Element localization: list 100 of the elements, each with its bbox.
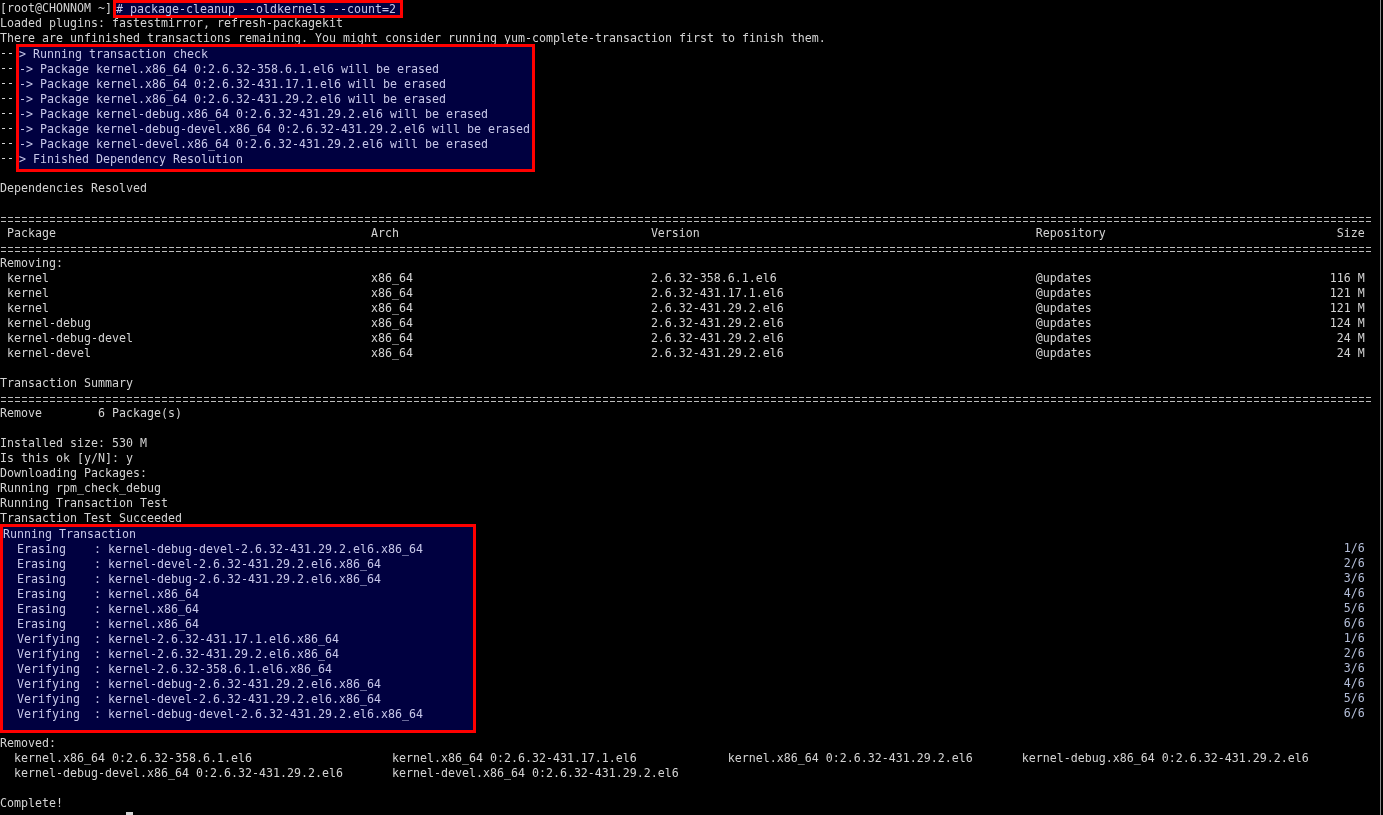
- table-cell-text: 2.6.32-431.29.2.el6: [650, 331, 785, 346]
- table-cell-text: @updates: [1035, 316, 1093, 331]
- table-cell-text: x86_64: [370, 301, 414, 316]
- output-line: -> Package kernel.x86_64 0:2.6.32-431.17.1.el6 will be erased: [19, 77, 447, 92]
- table-cell-text: 121 M: [1328, 301, 1365, 316]
- output-line: -> Package kernel.x86_64 0:2.6.32-431.29.2.el6 will be erased: [19, 92, 447, 107]
- output-line: -> Package kernel-debug-devel.x86_64 0:2.6.32-431.29.2.el6 will be erased: [19, 122, 530, 137]
- command-text: # package-cleanup --oldkernels --count=2: [116, 2, 396, 16]
- progress-count: 2/6: [1343, 646, 1365, 661]
- removed-package: kernel-devel.x86_64 0:2.6.32-431.29.2.el6: [391, 766, 680, 781]
- line-prefix: --: [0, 151, 14, 166]
- transaction-step: Erasing : kernel-debug-devel-2.6.32-431.29.2.el6.x86_64: [3, 542, 473, 557]
- section-title: Transaction Summary: [0, 376, 134, 391]
- output-line: Installed size: 530 M: [0, 436, 148, 451]
- table-cell-text: x86_64: [370, 331, 414, 346]
- progress-count: 5/6: [1343, 691, 1365, 706]
- table-cell-text: @updates: [1035, 286, 1093, 301]
- column-header: Repository: [1035, 226, 1107, 241]
- progress-count: 1/6: [1343, 541, 1365, 556]
- table-cell-text: x86_64: [370, 271, 414, 286]
- line-prefix: --: [0, 76, 14, 91]
- line-prefix: --: [0, 106, 14, 121]
- progress-count: 2/6: [1343, 556, 1365, 571]
- transaction-step: Verifying : kernel-2.6.32-431.17.1.el6.x86_64: [3, 632, 473, 647]
- output-line: Transaction Test Succeeded: [0, 511, 183, 526]
- output-line: Loaded plugins: fastestmirror, refresh-packagekit: [0, 16, 344, 31]
- transaction-step: Erasing : kernel-debug-2.6.32-431.29.2.el6.x86_64: [3, 572, 473, 587]
- output-line: Complete!: [0, 796, 64, 811]
- table-cell-text: 124 M: [1328, 316, 1365, 331]
- output-line: -> Package kernel.x86_64 0:2.6.32-358.6.1.el6 will be erased: [19, 62, 440, 77]
- table-cell-text: @updates: [1035, 271, 1093, 286]
- section-title: Running Transaction: [3, 527, 137, 542]
- output-line: Running Transaction Test: [0, 496, 169, 511]
- output-line: -> Package kernel-devel.x86_64 0:2.6.32-431.29.2.el6 will be erased: [19, 137, 489, 152]
- section-title: Removed:: [0, 736, 57, 751]
- progress-count: 1/6: [1343, 631, 1365, 646]
- table-cell-text: kernel-devel: [7, 346, 92, 361]
- table-cell-text: 2.6.32-431.29.2.el6: [650, 316, 785, 331]
- removed-package: kernel.x86_64 0:2.6.32-358.6.1.el6: [14, 751, 253, 766]
- output-line: Is this ok [y/N]: y: [0, 451, 134, 466]
- progress-count: 3/6: [1343, 661, 1365, 676]
- table-cell-text: @updates: [1035, 346, 1093, 361]
- table-cell-text: 2.6.32-431.29.2.el6: [650, 346, 785, 361]
- column-header: Version: [650, 226, 701, 241]
- table-cell-text: 2.6.32-431.17.1.el6: [650, 286, 785, 301]
- table-cell-text: kernel: [7, 301, 50, 316]
- progress-count: 3/6: [1343, 571, 1365, 586]
- output-line: > Running transaction check: [19, 47, 209, 62]
- table-cell-text: x86_64: [370, 316, 414, 331]
- transaction-step: Erasing : kernel.x86_64: [3, 617, 473, 632]
- line-prefix: --: [0, 136, 14, 151]
- table-cell-text: kernel: [7, 271, 50, 286]
- transaction-step: Verifying : kernel-devel-2.6.32-431.29.2.el6.x86_64: [3, 692, 473, 707]
- table-cell-text: kernel-debug-devel: [7, 331, 134, 346]
- table-cell-text: 116 M: [1328, 271, 1365, 286]
- line-prefix: --: [0, 61, 14, 76]
- line-prefix: --: [0, 91, 14, 106]
- table-cell-text: @updates: [1035, 331, 1093, 346]
- summary-value: 6 Package(s): [97, 406, 183, 421]
- progress-count: 6/6: [1343, 706, 1365, 721]
- transaction-step: Erasing : kernel.x86_64: [3, 587, 473, 602]
- progress-count: 6/6: [1343, 616, 1365, 631]
- output-line: There are unfinished transactions remaining. You might consider running yum-complete-transaction first to finish them.: [0, 31, 827, 46]
- output-line: Running rpm_check_debug: [0, 481, 162, 496]
- table-cell-text: x86_64: [370, 346, 414, 361]
- table-cell-text: 24 M: [1335, 346, 1365, 361]
- output-line: Downloading Packages:: [0, 466, 148, 481]
- line-prefix: --: [0, 46, 14, 61]
- table-cell-text: 2.6.32-358.6.1.el6: [650, 271, 778, 286]
- output-line: > Finished Dependency Resolution: [19, 152, 244, 167]
- table-cell-text: kernel: [7, 286, 50, 301]
- transaction-step: Verifying : kernel-2.6.32-431.29.2.el6.x86_64: [3, 647, 473, 662]
- progress-count: 4/6: [1343, 586, 1365, 601]
- column-header: Arch: [370, 226, 400, 241]
- transaction-step: Verifying : kernel-debug-devel-2.6.32-431.29.2.el6.x86_64: [3, 707, 473, 722]
- transaction-step: Verifying : kernel-2.6.32-358.6.1.el6.x86_64: [3, 662, 473, 677]
- prompt-text: [root@CHONNOM ~]: [0, 1, 112, 16]
- column-header: Size: [1335, 226, 1365, 241]
- output-line: Dependencies Resolved: [0, 181, 148, 196]
- removed-package: kernel-debug-devel.x86_64 0:2.6.32-431.29.2.el6: [14, 766, 344, 781]
- output-line: -> Package kernel-debug.x86_64 0:2.6.32-431.29.2.el6 will be erased: [19, 107, 489, 122]
- removed-package: kernel.x86_64 0:2.6.32-431.29.2.el6: [727, 751, 974, 766]
- line-prefix: --: [0, 121, 14, 136]
- progress-count: 5/6: [1343, 601, 1365, 616]
- table-cell-text: @updates: [1035, 301, 1093, 316]
- table-cell-text: 2.6.32-431.29.2.el6: [650, 301, 785, 316]
- summary-label: Remove: [0, 406, 43, 421]
- group-label: Removing:: [0, 256, 64, 271]
- text-cursor: [125, 812, 133, 815]
- removed-package: kernel.x86_64 0:2.6.32-431.17.1.el6: [391, 751, 638, 766]
- transaction-step: Verifying : kernel-debug-2.6.32-431.29.2.el6.x86_64: [3, 677, 473, 692]
- column-header: Package: [7, 226, 57, 241]
- table-cell-text: x86_64: [370, 286, 414, 301]
- table-cell-text: 121 M: [1328, 286, 1365, 301]
- transaction-step: Erasing : kernel-devel-2.6.32-431.29.2.el6.x86_64: [3, 557, 473, 572]
- removed-package: kernel-debug.x86_64 0:2.6.32-431.29.2.el6: [1021, 751, 1310, 766]
- table-cell-text: kernel-debug: [7, 316, 92, 331]
- transaction-step: Erasing : kernel.x86_64: [3, 602, 473, 617]
- progress-count: 4/6: [1343, 676, 1365, 691]
- table-cell-text: 24 M: [1335, 331, 1365, 346]
